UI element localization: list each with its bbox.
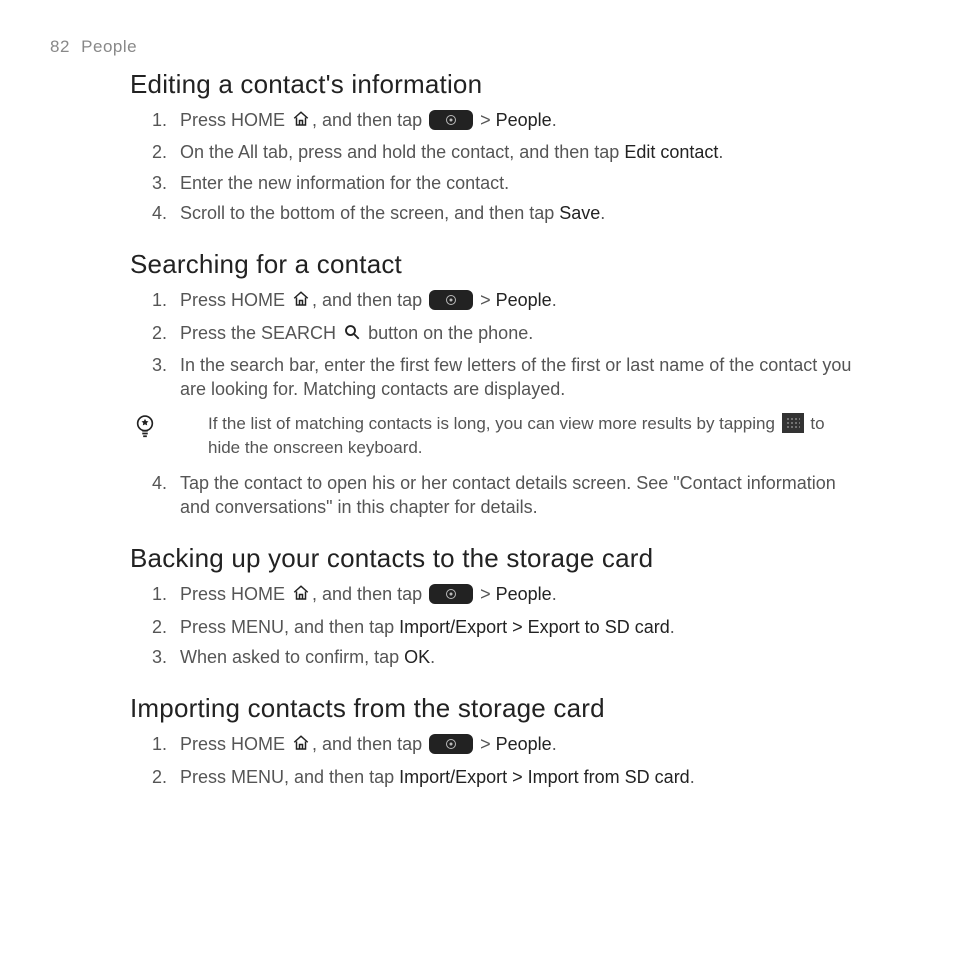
editing-steps: Press HOME , and then tap > People. On t… <box>130 108 864 225</box>
edit-contact-label: Edit contact <box>624 142 718 162</box>
section-importing-title: Importing contacts from the storage card <box>130 691 864 726</box>
backingup-step-3: When asked to confirm, tap OK. <box>180 645 864 669</box>
ok-label: OK <box>404 647 430 667</box>
section-backingup-title: Backing up your contacts to the storage … <box>130 541 864 576</box>
apps-icon <box>429 110 473 130</box>
lightbulb-icon <box>134 414 156 448</box>
search-icon <box>343 323 361 347</box>
people-label: People <box>496 584 552 604</box>
backingup-step-1: Press HOME , and then tap > People. <box>180 582 864 608</box>
import-export-label: Import/Export > Import from SD card <box>399 767 690 787</box>
section-searching-title: Searching for a contact <box>130 247 864 282</box>
editing-step-1: Press HOME , and then tap > People. <box>180 108 864 134</box>
apps-icon <box>429 290 473 310</box>
searching-step-2: Press the SEARCH button on the phone. <box>180 321 864 347</box>
page-header: 82 People <box>50 36 904 59</box>
apps-icon <box>429 734 473 754</box>
importing-step-2: Press MENU, and then tap Import/Export >… <box>180 765 864 789</box>
searching-steps: Press HOME , and then tap > People. Pres… <box>130 288 864 401</box>
home-icon <box>292 584 310 608</box>
page-number: 82 <box>50 37 70 56</box>
people-label: People <box>496 110 552 130</box>
apps-icon <box>429 584 473 604</box>
save-label: Save <box>559 203 600 223</box>
keyboard-hide-icon <box>782 413 804 433</box>
searching-step-4: Tap the contact to open his or her conta… <box>180 471 864 520</box>
section-editing-title: Editing a contact's information <box>130 67 864 102</box>
importing-step-1: Press HOME , and then tap > People. <box>180 732 864 758</box>
chapter-title: People <box>81 37 137 56</box>
home-icon <box>292 110 310 134</box>
tip-text: If the list of matching contacts is long… <box>174 412 864 461</box>
home-icon <box>292 734 310 758</box>
searching-step-3: In the search bar, enter the first few l… <box>180 353 864 402</box>
tip-row: If the list of matching contacts is long… <box>130 412 864 461</box>
editing-step-3: Enter the new information for the contac… <box>180 171 864 195</box>
searching-step-1: Press HOME , and then tap > People. <box>180 288 864 314</box>
content: Editing a contact's information Press HO… <box>130 67 864 789</box>
editing-step-2: On the All tab, press and hold the conta… <box>180 140 864 164</box>
searching-steps-cont: Tap the contact to open his or her conta… <box>130 471 864 520</box>
backingup-steps: Press HOME , and then tap > People. Pres… <box>130 582 864 669</box>
import-export-label: Import/Export > Export to SD card <box>399 617 670 637</box>
people-label: People <box>496 734 552 754</box>
editing-step-4: Scroll to the bottom of the screen, and … <box>180 201 864 225</box>
backingup-step-2: Press MENU, and then tap Import/Export >… <box>180 615 864 639</box>
importing-steps: Press HOME , and then tap > People. Pres… <box>130 732 864 789</box>
people-label: People <box>496 290 552 310</box>
home-icon <box>292 290 310 314</box>
